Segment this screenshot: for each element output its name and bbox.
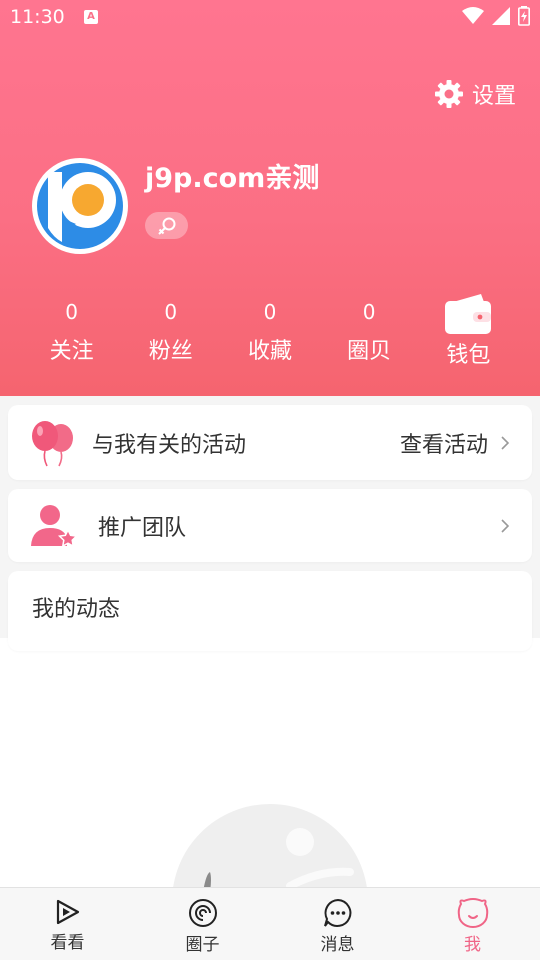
stat-favorites[interactable]: 0 收藏	[220, 294, 319, 374]
stat-value: 0	[164, 300, 178, 324]
face-icon	[457, 898, 488, 928]
settings-button[interactable]: 设置	[434, 78, 516, 110]
stat-shells[interactable]: 0 圈贝	[320, 294, 419, 374]
my-dynamics-card: 我的动态	[8, 571, 532, 651]
stat-value: 0	[65, 300, 78, 324]
stat-label: 关注	[49, 339, 94, 364]
signal-icon	[492, 7, 510, 25]
status-time: 11:30	[10, 6, 65, 28]
stat-following[interactable]: 0 关注	[22, 294, 121, 374]
tab-label: 看看	[50, 933, 85, 953]
play-icon	[56, 899, 79, 925]
my-dynamics-title: 我的动态	[32, 597, 121, 622]
related-activities-card[interactable]: 与我有关的活动 查看活动	[8, 405, 532, 480]
stat-value: 0	[263, 300, 277, 324]
battery-icon	[518, 6, 530, 26]
stats-row: 0 关注 0 粉丝 0 收藏 0 圈贝 钱包	[22, 294, 518, 374]
message-dots-icon	[323, 898, 351, 927]
tab-circles[interactable]: 圈子	[135, 888, 270, 960]
team-title: 推广团队	[98, 515, 187, 541]
status-bar: 11:30 A	[0, 0, 540, 36]
tab-label: 我	[464, 935, 481, 955]
tab-me[interactable]: 我	[405, 888, 540, 960]
tab-messages[interactable]: 消息	[270, 888, 405, 960]
tab-watch[interactable]: 看看	[0, 888, 135, 960]
female-icon	[157, 217, 175, 235]
stat-label: 收藏	[247, 339, 292, 364]
wifi-icon	[462, 7, 484, 24]
activity-title: 与我有关的活动	[92, 432, 247, 458]
avatar[interactable]	[32, 158, 128, 254]
profile-header: 11:30 A 设置 j9p.com亲测 0 关注 0 粉丝 0 收藏 0 圈贝…	[0, 0, 540, 396]
stat-label: 圈贝	[347, 339, 392, 364]
balloons-icon	[32, 420, 73, 466]
bottom-tab-bar: 看看 圈子 消息 我	[0, 887, 540, 960]
stat-label: 钱包	[446, 343, 491, 368]
username: j9p.com亲测	[145, 163, 320, 194]
stat-fans[interactable]: 0 粉丝	[121, 294, 220, 374]
stat-value: 0	[362, 300, 376, 324]
stat-label: 粉丝	[148, 339, 193, 364]
chevron-right-icon	[501, 518, 510, 533]
promotion-team-card[interactable]: 推广团队	[8, 489, 532, 562]
tab-label: 圈子	[185, 935, 220, 955]
gear-icon	[434, 80, 463, 108]
p-logo-avatar-icon	[33, 159, 127, 253]
empty-state-illustration	[170, 802, 370, 892]
app-notification-icon: A	[84, 10, 98, 24]
chevron-right-icon	[501, 435, 510, 450]
view-activities-link[interactable]: 查看活动	[400, 427, 488, 459]
wallet-icon	[445, 294, 492, 334]
team-user-star-icon	[31, 504, 78, 547]
settings-label: 设置	[471, 84, 516, 109]
circle-spiral-icon	[188, 899, 217, 927]
gender-badge	[145, 212, 188, 239]
stat-wallet[interactable]: 钱包	[419, 294, 518, 374]
tab-label: 消息	[320, 935, 355, 955]
